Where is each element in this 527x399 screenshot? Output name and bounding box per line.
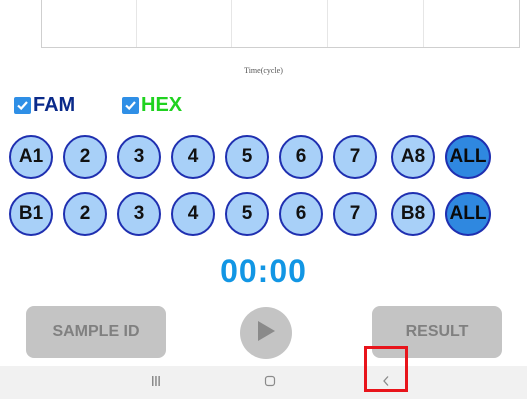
well-a5[interactable]: 5 — [225, 135, 269, 179]
well-b8[interactable]: B8 — [391, 192, 435, 236]
checkbox-checked-icon — [122, 96, 139, 114]
well-a6[interactable]: 6 — [279, 135, 323, 179]
checkbox-checked-icon — [14, 96, 31, 114]
well-b2[interactable]: 2 — [63, 192, 107, 236]
well-row-b: B1 2 3 4 5 6 7 B8 ALL — [0, 192, 527, 238]
well-b1[interactable]: B1 — [9, 192, 53, 236]
play-icon — [255, 319, 277, 348]
hex-label: HEX — [141, 94, 183, 116]
select-all-row-a-button[interactable]: ALL — [445, 135, 491, 179]
select-all-row-b-button[interactable]: ALL — [445, 192, 491, 236]
well-a8[interactable]: A8 — [391, 135, 435, 179]
well-a1[interactable]: A1 — [9, 135, 53, 179]
well-b4[interactable]: 4 — [171, 192, 215, 236]
amplification-chart — [41, 0, 520, 48]
highlight-box — [364, 346, 408, 392]
sample-id-button[interactable]: SAMPLE ID — [26, 306, 166, 358]
recent-apps-icon[interactable] — [151, 375, 161, 390]
grid-line — [136, 0, 137, 47]
well-a2[interactable]: 2 — [63, 135, 107, 179]
grid-line — [423, 0, 424, 47]
fam-label: FAM — [33, 94, 76, 116]
navigation-bar — [0, 366, 527, 399]
well-b5[interactable]: 5 — [225, 192, 269, 236]
run-timer: 00:00 — [220, 253, 307, 289]
well-b7[interactable]: 7 — [333, 192, 377, 236]
well-row-a: A1 2 3 4 5 6 7 A8 ALL — [0, 135, 527, 181]
fam-checkbox[interactable]: FAM — [14, 95, 75, 115]
well-b3[interactable]: 3 — [117, 192, 161, 236]
well-a7[interactable]: 7 — [333, 135, 377, 179]
grid-line — [327, 0, 328, 47]
x-axis-label: Time(cycle) — [244, 66, 283, 75]
well-b6[interactable]: 6 — [279, 192, 323, 236]
well-a3[interactable]: 3 — [117, 135, 161, 179]
well-a4[interactable]: 4 — [171, 135, 215, 179]
grid-line — [231, 0, 232, 47]
home-icon[interactable] — [264, 375, 276, 390]
play-button[interactable] — [240, 307, 292, 359]
hex-checkbox[interactable]: HEX — [122, 95, 182, 115]
